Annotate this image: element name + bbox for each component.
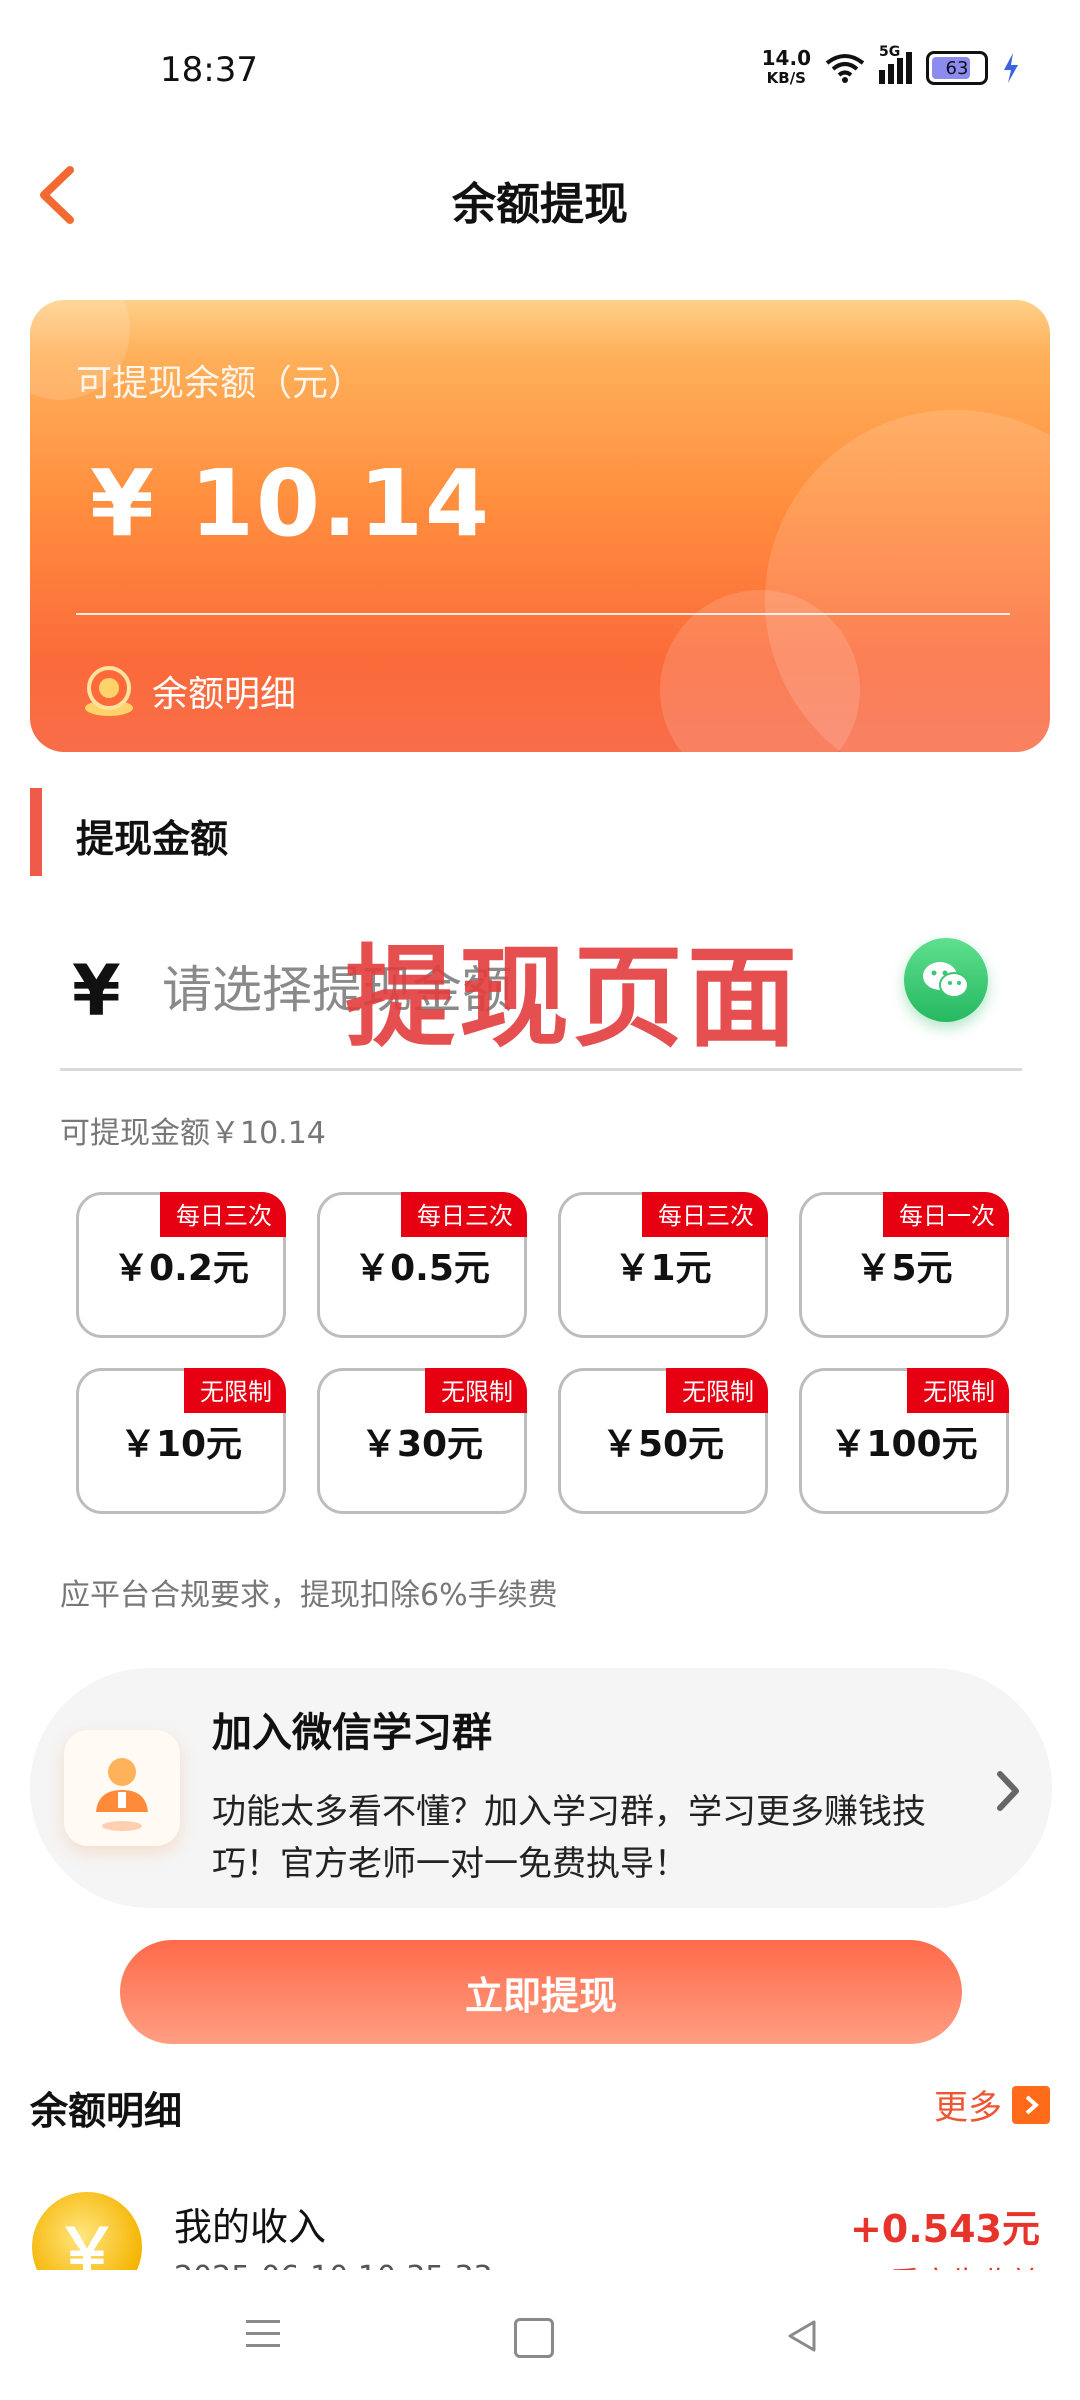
charging-icon <box>1004 53 1018 83</box>
wechat-icon <box>923 962 969 998</box>
menu-icon[interactable] <box>244 2316 282 2352</box>
limit-tag: 无限制 <box>907 1368 1009 1413</box>
amount-options-grid: 每日三次 ￥0.2元 每日三次 ￥0.5元 每日三次 ￥1元 每日一次 ￥5元 … <box>76 1192 1010 1514</box>
record-amount: +0.543元 <box>849 2207 1040 2251</box>
chevron-right-icon <box>997 1771 1019 1811</box>
amount-option[interactable]: 无限制 ￥10元 <box>76 1368 286 1514</box>
balance-detail-label: 余额明细 <box>152 674 297 715</box>
detail-section-title: 余额明细 <box>30 2089 183 2133</box>
more-arrow-icon <box>1012 2085 1050 2124</box>
status-indicators: 14.0 KB/S 5G 63 <box>762 44 1020 88</box>
fee-note: 应平台合规要求，提现扣除6%手续费 <box>60 1578 558 1613</box>
limit-tag: 无限制 <box>666 1368 768 1413</box>
withdraw-button[interactable]: 立即提现 <box>120 1940 962 2044</box>
limit-tag: 无限制 <box>425 1368 527 1413</box>
section-accent-bar <box>30 788 42 876</box>
net-speed-value: 14.0 <box>761 46 811 70</box>
balance-card: 可提现余额（元） ¥ 10.14 余额明细 <box>30 300 1050 752</box>
input-underline <box>60 1068 1022 1071</box>
limit-tag: 每日三次 <box>401 1192 527 1237</box>
limit-tag: 每日三次 <box>642 1192 768 1237</box>
balance-label: 可提现余额（元） <box>76 363 365 404</box>
available-amount: 可提现金额￥10.14 <box>60 1116 326 1151</box>
amount-option[interactable]: 每日一次 ￥5元 <box>799 1192 1009 1338</box>
battery-icon: 63 <box>926 51 988 85</box>
net-speed-unit: KB/S <box>766 69 806 87</box>
option-amount: ￥1元 <box>614 1248 712 1289</box>
banner-title: 加入微信学习群 <box>212 1710 492 1756</box>
network-type: 5G <box>879 44 901 60</box>
wifi-icon <box>825 54 865 83</box>
more-label: 更多 <box>934 2088 1002 2128</box>
limit-tag: 每日三次 <box>160 1192 286 1237</box>
option-amount: ￥0.5元 <box>354 1248 490 1289</box>
limit-tag: 无限制 <box>184 1368 286 1413</box>
teacher-icon <box>64 1730 180 1846</box>
record-title: 我的收入 <box>174 2205 327 2249</box>
option-amount: ￥100元 <box>830 1424 978 1465</box>
amount-option[interactable]: 每日三次 ￥1元 <box>558 1192 768 1338</box>
net-speed: 14.0 KB/S <box>762 48 811 88</box>
amount-option[interactable]: 无限制 ￥50元 <box>558 1368 768 1514</box>
card-divider <box>76 613 1010 615</box>
wechat-button[interactable] <box>904 938 988 1022</box>
page-watermark: 提现页面 <box>345 934 801 1062</box>
nav-back-icon[interactable] <box>782 2316 822 2356</box>
page-title: 余额提现 <box>452 179 628 230</box>
option-amount: ￥0.2元 <box>113 1248 249 1289</box>
banner-description: 功能太多看不懂？加入学习群，学习更多赚钱技巧！官方老师一对一免费执导！ <box>212 1792 926 1884</box>
battery-level: 63 <box>945 57 969 79</box>
home-icon[interactable] <box>514 2318 554 2358</box>
amount-option[interactable]: 每日三次 ￥0.2元 <box>76 1192 286 1338</box>
balance-amount: ¥ 10.14 <box>90 450 492 557</box>
amount-option[interactable]: 无限制 ￥100元 <box>799 1368 1009 1514</box>
limit-tag: 每日一次 <box>883 1192 1009 1237</box>
currency-symbol: ¥ <box>72 950 121 1032</box>
status-time: 18:37 <box>160 50 258 90</box>
amount-option[interactable]: 每日三次 ￥0.5元 <box>317 1192 527 1338</box>
amount-option[interactable]: 无限制 ￥30元 <box>317 1368 527 1514</box>
option-amount: ￥5元 <box>855 1248 953 1289</box>
signal-icon: 5G <box>879 44 912 84</box>
teacher-figure <box>96 1758 148 1831</box>
option-amount: ￥10元 <box>119 1424 243 1465</box>
more-link[interactable]: 更多 <box>934 2080 1050 2129</box>
balance-detail-link[interactable]: 余额明细 <box>80 662 296 720</box>
coin-stack-icon <box>85 666 133 716</box>
option-amount: ￥50元 <box>601 1424 725 1465</box>
option-amount: ￥30元 <box>360 1424 484 1465</box>
section-title: 提现金额 <box>76 817 229 861</box>
